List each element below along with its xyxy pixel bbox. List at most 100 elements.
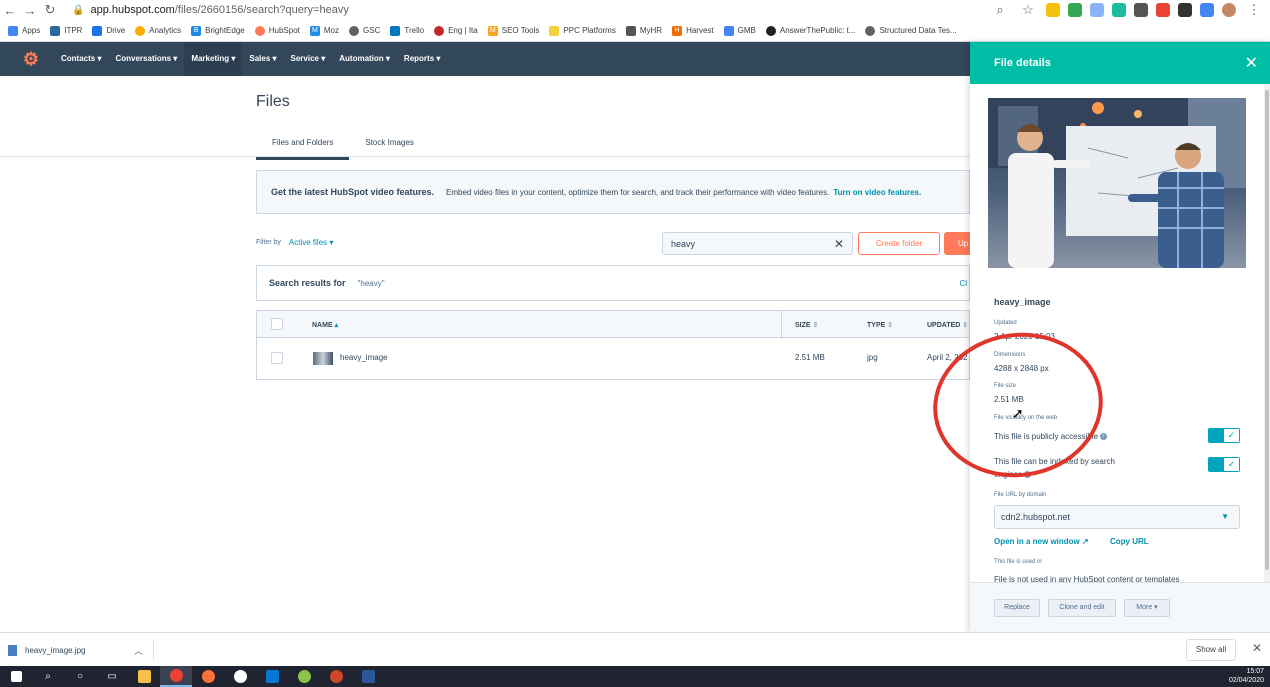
bookmark-gmb[interactable]: GMB bbox=[723, 25, 756, 36]
extension-icon[interactable] bbox=[1134, 3, 1148, 17]
bookmark-moz[interactable]: M Moz bbox=[309, 25, 339, 36]
open-new-window-link[interactable]: Open in a new window ↗ bbox=[994, 537, 1089, 546]
star-icon[interactable]: ☆ bbox=[1018, 2, 1038, 18]
bookmark-itpr[interactable]: ITPR bbox=[50, 25, 82, 36]
forward-icon[interactable]: → bbox=[20, 3, 40, 18]
bookmark-ppc[interactable]: PPC Platforms bbox=[549, 25, 616, 36]
address-bar[interactable]: app.hubspot.com/files/2660156/search?que… bbox=[90, 4, 348, 16]
xbox-icon[interactable] bbox=[288, 666, 320, 687]
bookmark-seo-tools[interactable]: M SEO Tools bbox=[487, 25, 539, 36]
hubspot-logo-icon[interactable]: ⚙ bbox=[18, 46, 44, 72]
chrome-icon[interactable] bbox=[160, 666, 192, 687]
windows-start-icon[interactable] bbox=[0, 666, 32, 687]
cortana-icon[interactable]: ○ bbox=[64, 666, 96, 687]
clear-search-link[interactable]: Cl bbox=[959, 279, 967, 288]
url-domain-select[interactable]: cdn2.hubspot.net ▼ bbox=[994, 505, 1240, 529]
extension-icon[interactable] bbox=[1068, 3, 1082, 17]
chevron-up-icon[interactable]: ︿ bbox=[134, 644, 143, 657]
select-all-checkbox[interactable] bbox=[271, 318, 283, 330]
brightedge-icon: B bbox=[191, 25, 202, 36]
word-icon[interactable] bbox=[352, 666, 384, 687]
extension-icon[interactable] bbox=[1090, 3, 1104, 17]
extension-icon[interactable] bbox=[1200, 3, 1214, 17]
system-clock[interactable]: 15:07 02/04/2020 bbox=[1229, 667, 1264, 685]
bookmark-structured-data[interactable]: Structured Data Tes... bbox=[865, 25, 957, 36]
file-title: heavy_image bbox=[994, 297, 1051, 307]
bookmark-hubspot[interactable]: HubSpot bbox=[254, 25, 300, 36]
bookmark-analytics[interactable]: Analytics bbox=[135, 25, 181, 36]
info-icon[interactable]: i bbox=[1100, 433, 1108, 441]
nav-conversations[interactable]: Conversations ▾ bbox=[108, 42, 184, 76]
nav-sales[interactable]: Sales ▾ bbox=[242, 42, 283, 76]
table-row[interactable]: heavy_image 2.51 MB jpg April 2, 202 bbox=[256, 338, 970, 380]
clone-edit-button[interactable]: Clone and edit bbox=[1048, 599, 1116, 617]
nav-service[interactable]: Service ▾ bbox=[284, 42, 333, 76]
filter-dropdown[interactable]: Active files ▾ bbox=[289, 238, 333, 247]
column-name[interactable]: NAME ▴ bbox=[312, 321, 338, 329]
lock-icon[interactable]: 🔒 bbox=[72, 5, 84, 16]
scrollbar-thumb[interactable] bbox=[1265, 90, 1269, 570]
back-icon[interactable]: ← bbox=[0, 3, 20, 18]
bookmark-myhr[interactable]: MyHR bbox=[625, 25, 662, 36]
zoom-icon[interactable]: ⌕ bbox=[990, 2, 1010, 18]
indexed-toggle[interactable]: ✓ bbox=[1208, 457, 1240, 472]
create-folder-button[interactable]: Create folder bbox=[858, 232, 940, 255]
extension-icon[interactable] bbox=[1156, 3, 1170, 17]
video-banner: Get the latest HubSpot video features. E… bbox=[256, 170, 970, 214]
column-updated[interactable]: UPDATED ⇕ bbox=[927, 321, 968, 329]
column-size[interactable]: SIZE ⇕ bbox=[795, 321, 818, 329]
bookmark-label: Apps bbox=[22, 26, 41, 35]
bookmark-trello[interactable]: Trello bbox=[390, 25, 424, 36]
panel-scrollbar[interactable] bbox=[1264, 84, 1270, 582]
nav-automation[interactable]: Automation ▾ bbox=[332, 42, 397, 76]
indexed-row: This file can be indexed by search engin… bbox=[994, 455, 1134, 481]
outlook-icon[interactable] bbox=[256, 666, 288, 687]
close-icon[interactable]: ✕ bbox=[1252, 641, 1262, 655]
clear-search-icon[interactable]: ✕ bbox=[834, 237, 844, 251]
powerpoint-icon[interactable] bbox=[320, 666, 352, 687]
bookmark-drive[interactable]: Drive bbox=[92, 25, 125, 36]
bookmark-label: Structured Data Tes... bbox=[879, 26, 957, 35]
file-explorer-icon[interactable] bbox=[128, 666, 160, 687]
file-name[interactable]: heavy_image bbox=[340, 353, 388, 362]
nav-contacts[interactable]: Contacts ▾ bbox=[54, 42, 108, 76]
search-input[interactable]: heavy ✕ bbox=[662, 232, 853, 255]
extension-icon[interactable] bbox=[1178, 3, 1192, 17]
task-view-icon[interactable]: ▭ bbox=[96, 666, 128, 687]
gmb-icon bbox=[723, 25, 734, 36]
bookmark-answerthepublic[interactable]: AnswerThePublic: t... bbox=[765, 25, 855, 36]
upload-button[interactable]: Up bbox=[944, 232, 970, 255]
banner-link[interactable]: Turn on video features. bbox=[833, 188, 921, 197]
nav-reports[interactable]: Reports ▾ bbox=[397, 42, 447, 76]
bookmark-apps[interactable]: Apps bbox=[8, 25, 41, 36]
search-icon[interactable]: ⌕ bbox=[32, 666, 64, 687]
firefox-icon[interactable] bbox=[192, 666, 224, 687]
info-icon[interactable]: i bbox=[1024, 471, 1032, 479]
extension-icon[interactable] bbox=[1112, 3, 1126, 17]
bookmark-gsc[interactable]: GSC bbox=[349, 25, 380, 36]
bookmark-eng-ita[interactable]: Eng | Ita bbox=[434, 25, 478, 36]
show-all-button[interactable]: Show all bbox=[1186, 639, 1236, 661]
analytics-icon bbox=[135, 25, 146, 36]
bookmark-label: GMB bbox=[737, 26, 756, 35]
replace-button[interactable]: Replace bbox=[994, 599, 1040, 617]
profile-avatar[interactable] bbox=[1222, 3, 1236, 17]
close-icon[interactable]: ✕ bbox=[1245, 53, 1258, 73]
copy-url-link[interactable]: Copy URL bbox=[1110, 537, 1149, 546]
moz-icon: M bbox=[309, 25, 320, 36]
slack-icon[interactable] bbox=[224, 666, 256, 687]
download-item[interactable]: heavy_image.jpg ︿ bbox=[8, 640, 154, 660]
bookmark-brightedge[interactable]: B BrightEdge bbox=[191, 25, 245, 36]
nav-marketing[interactable]: Marketing ▾ bbox=[184, 42, 243, 76]
more-button[interactable]: More ▾ bbox=[1124, 599, 1170, 617]
extension-icon[interactable] bbox=[1046, 3, 1060, 17]
column-type[interactable]: TYPE ⇕ bbox=[867, 321, 893, 329]
menu-icon[interactable]: ⋮ bbox=[1244, 2, 1264, 18]
nav-label: Service bbox=[290, 54, 319, 63]
public-toggle[interactable]: ✓ bbox=[1208, 428, 1240, 443]
row-checkbox[interactable] bbox=[271, 352, 283, 364]
bookmark-harvest[interactable]: H Harvest bbox=[672, 25, 714, 36]
reload-icon[interactable]: ↻ bbox=[40, 2, 60, 18]
globe-icon bbox=[865, 25, 876, 36]
downloads-bar: heavy_image.jpg ︿ Show all ✕ bbox=[0, 632, 1270, 666]
